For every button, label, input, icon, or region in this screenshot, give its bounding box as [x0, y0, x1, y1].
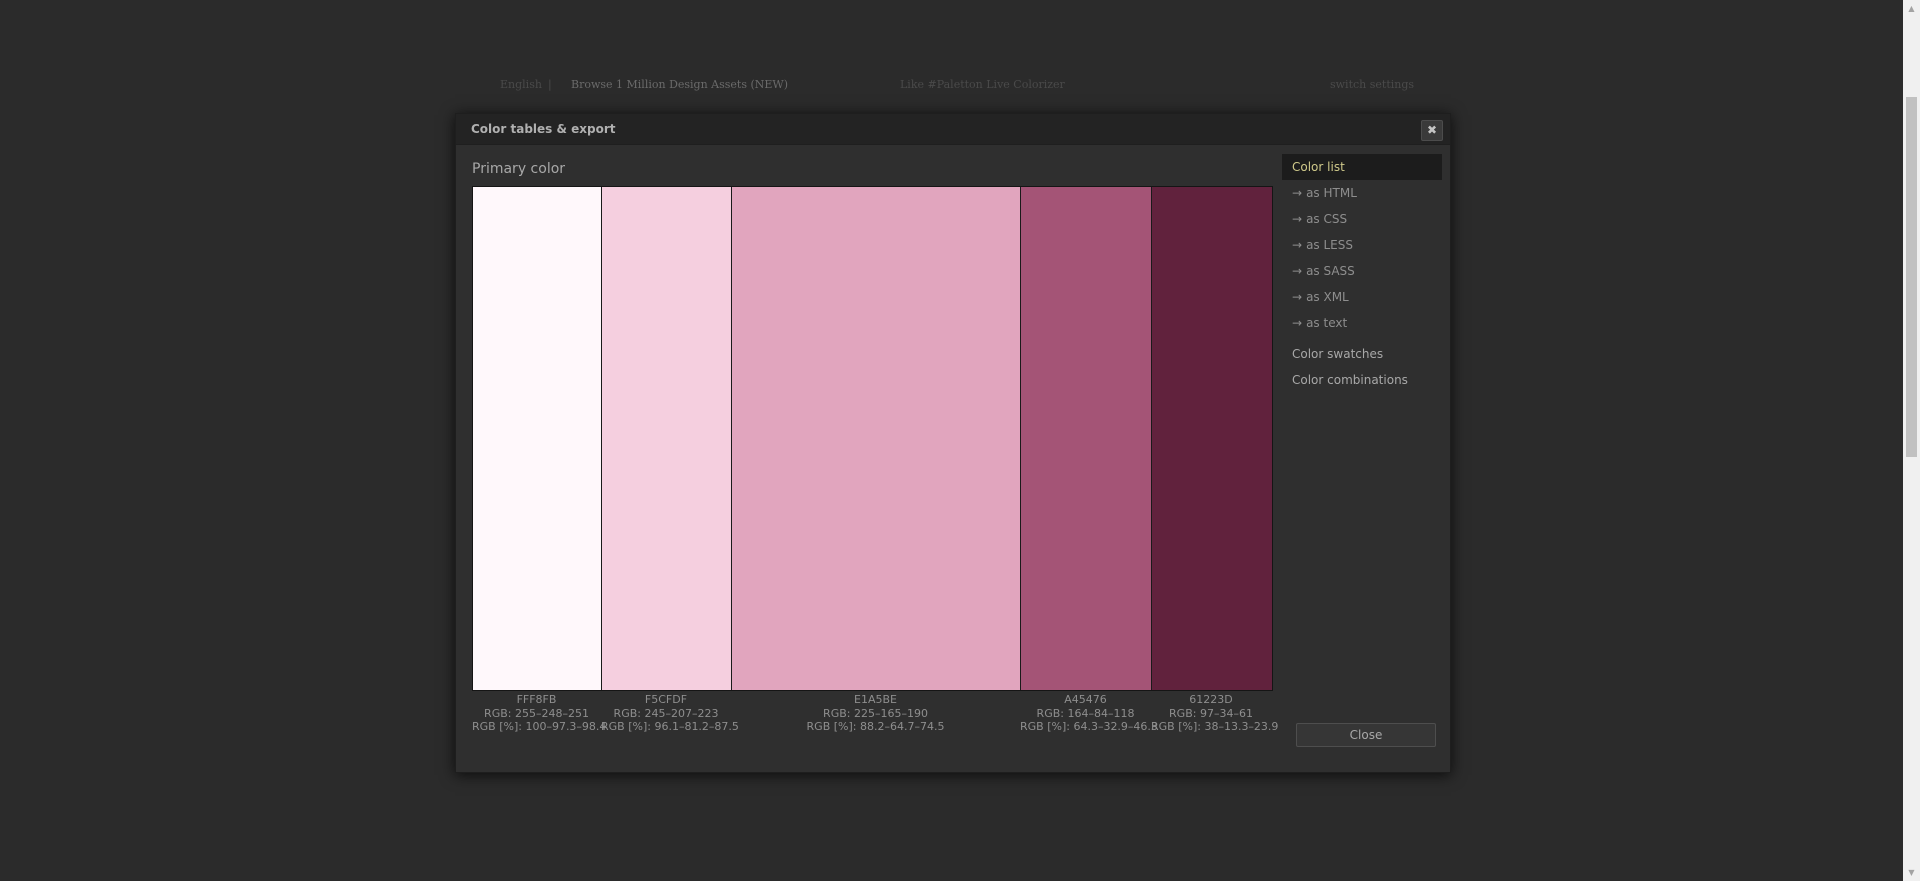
swatch-rgb-pct: RGB [%]: 64.3–32.9–46.3 — [1020, 720, 1158, 733]
swatch-hex: FFF8FB — [516, 693, 557, 706]
swatch-rgb: RGB: 225–165–190 — [823, 706, 928, 720]
sidebar-item-label: as CSS — [1306, 212, 1348, 226]
sidebar-item-as-xml[interactable]: → as XML — [1282, 284, 1442, 310]
swatch-label-4: A45476 RGB: 164–84–118 RGB [%]: 64.3–32.… — [1020, 693, 1158, 734]
section-title: Primary color — [472, 161, 566, 177]
swatch-rgb-pct: RGB [%]: 100–97.3–98.4 — [472, 720, 607, 733]
arrow-right-icon: → — [1292, 186, 1303, 200]
language-link: English — [500, 78, 542, 91]
sidebar-item-as-css[interactable]: → as CSS — [1282, 206, 1442, 232]
sidebar-item-color-list[interactable]: Color list — [1282, 154, 1442, 180]
close-icon[interactable]: ✖ — [1421, 120, 1443, 141]
arrow-right-icon: → — [1292, 316, 1303, 330]
swatch-label-2: F5CFDF RGB: 245–207–223 RGB [%]: 96.1–81… — [601, 693, 739, 734]
swatch-strip — [472, 186, 1273, 691]
nav-separator: | — [548, 78, 552, 91]
swatch-rgb-pct: RGB [%]: 38–13.3–23.9 — [1151, 720, 1279, 733]
swatch-label-3: E1A5BE RGB: 225–165–190 RGB [%]: 88.2–64… — [731, 693, 1020, 734]
color-swatch-3[interactable] — [732, 187, 1021, 690]
swatch-hex: F5CFDF — [644, 693, 688, 706]
color-swatch-5[interactable] — [1152, 187, 1272, 690]
dialog-titlebar: Color tables & export ✖ — [456, 114, 1450, 145]
sidebar-item-label: as LESS — [1306, 238, 1353, 252]
sidebar-item-as-text[interactable]: → as text — [1282, 310, 1442, 336]
sidebar-item-label: Color list — [1292, 160, 1345, 174]
color-tables-dialog: Color tables & export ✖ Primary color FF… — [455, 113, 1451, 773]
sidebar-item-color-swatches[interactable]: Color swatches — [1282, 341, 1442, 367]
like-link: Like #Paletton Live Colorizer — [900, 78, 1065, 91]
sidebar-item-label: Color combinations — [1292, 373, 1408, 387]
swatch-hex: 61223D — [1189, 693, 1233, 706]
sidebar-item-label: as text — [1306, 316, 1348, 330]
settings-link: switch settings — [1330, 78, 1415, 91]
scrollbar-thumb[interactable] — [1906, 97, 1917, 457]
sidebar-item-label: Color swatches — [1292, 347, 1384, 361]
swatch-label-1: FFF8FB RGB: 255–248–251 RGB [%]: 100–97.… — [472, 693, 607, 734]
swatch-hex: A45476 — [1064, 693, 1107, 706]
sidebar-item-label: as SASS — [1306, 264, 1355, 278]
swatch-rgb: RGB: 245–207–223 — [613, 706, 719, 720]
sidebar-item-label: as XML — [1306, 290, 1349, 304]
swatch-rgb: RGB: 164–84–118 — [1036, 706, 1135, 720]
background-page-nav: English | Browse 1 Million Design Assets… — [500, 78, 1420, 96]
close-button[interactable]: Close — [1296, 723, 1436, 747]
swatch-rgb-pct: RGB [%]: 96.1–81.2–87.5 — [601, 720, 739, 733]
swatch-rgb: RGB: 255–248–251 — [484, 706, 589, 720]
swatch-label-5: 61223D RGB: 97–34–61 RGB [%]: 38–13.3–23… — [1151, 693, 1279, 734]
swatch-hex: E1A5BE — [854, 693, 897, 706]
color-swatch-2[interactable] — [602, 187, 732, 690]
arrow-right-icon: → — [1292, 290, 1303, 304]
swatch-labels: FFF8FB RGB: 255–248–251 RGB [%]: 100–97.… — [472, 693, 1279, 743]
scroll-up-icon[interactable]: ▲ — [1903, 0, 1920, 17]
sidebar-item-as-html[interactable]: → as HTML — [1282, 180, 1442, 206]
arrow-right-icon: → — [1292, 238, 1303, 252]
sidebar-item-as-less[interactable]: → as LESS — [1282, 232, 1442, 258]
color-swatch-1[interactable] — [473, 187, 602, 690]
sidebar-item-label: as HTML — [1306, 186, 1357, 200]
sidebar-item-color-combinations[interactable]: Color combinations — [1282, 367, 1442, 393]
swatch-rgb: RGB: 97–34–61 — [1169, 706, 1253, 720]
browse-assets-link: Browse 1 Million Design Assets (NEW) — [571, 78, 789, 91]
color-swatch-4[interactable] — [1021, 187, 1152, 690]
scroll-down-icon[interactable]: ▼ — [1903, 864, 1920, 881]
swatch-rgb-pct: RGB [%]: 88.2–64.7–74.5 — [806, 720, 945, 733]
sidebar-item-as-sass[interactable]: → as SASS — [1282, 258, 1442, 284]
page-scrollbar[interactable]: ▲ ▼ — [1903, 0, 1920, 881]
dialog-title: Color tables & export — [471, 122, 616, 136]
arrow-right-icon: → — [1292, 264, 1303, 278]
arrow-right-icon: → — [1292, 212, 1303, 226]
